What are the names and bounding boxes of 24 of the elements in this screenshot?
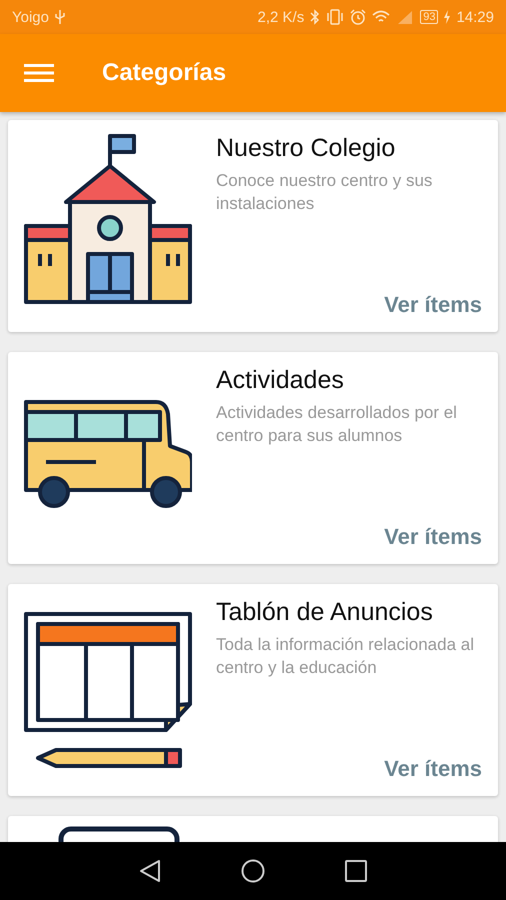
battery-level: 93 — [420, 10, 438, 24]
alarm-icon — [350, 9, 366, 25]
clock-time: 14:29 — [456, 8, 494, 26]
category-title: Actividades — [216, 366, 345, 395]
charging-icon — [444, 10, 450, 24]
category-description: Conoce nuestro centro y sus instalaciones — [216, 170, 434, 215]
category-description: Actividades desarrollados por el centro para sus alumnos — [216, 402, 458, 447]
home-button[interactable] — [241, 859, 265, 883]
bluetooth-icon — [310, 9, 320, 25]
vibrate-icon — [326, 9, 344, 25]
view-items-link[interactable]: Ver ítems — [384, 524, 482, 550]
view-items-link[interactable]: Ver ítems — [384, 756, 482, 782]
network-speed: 2,2 K/s — [258, 8, 304, 26]
recents-button[interactable] — [345, 860, 367, 882]
page-title: Categorías — [102, 59, 226, 87]
signal-icon — [396, 9, 414, 25]
category-description: Toda la información relacionada al centro y la educación — [216, 634, 475, 679]
category-title: Tablón de Anuncios — [216, 598, 434, 627]
usb-icon — [55, 9, 65, 25]
category-title: Nuestro Colegio — [216, 134, 396, 163]
view-items-link[interactable]: Ver ítems — [384, 292, 482, 318]
carrier-name: Yoigo — [12, 8, 49, 26]
menu-icon — [24, 64, 54, 82]
back-button[interactable] — [139, 859, 161, 883]
